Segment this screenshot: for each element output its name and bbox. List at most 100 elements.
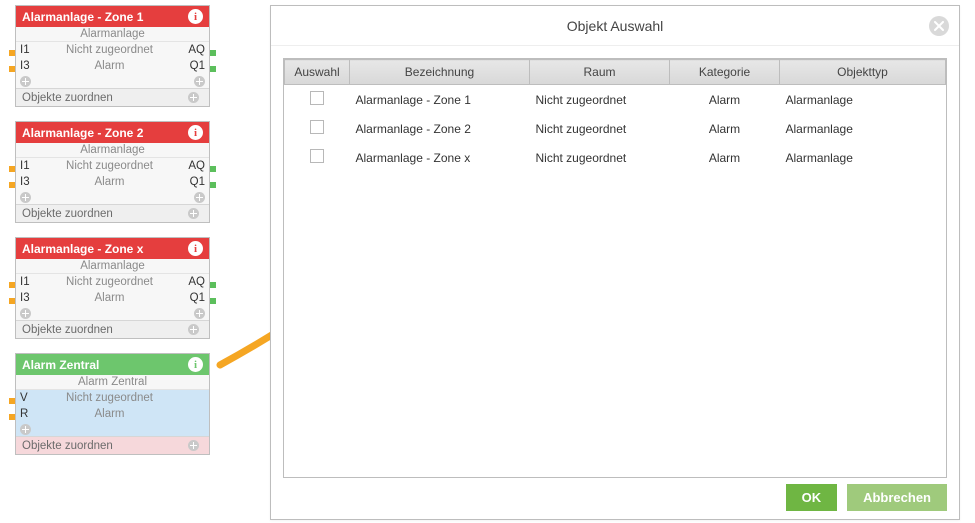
card-subtype: Alarmanlage: [16, 27, 209, 42]
card-header: Alarmanlage - Zone 2i: [16, 122, 209, 143]
plus-icon[interactable]: [20, 424, 31, 435]
object-table: Auswahl Bezeichnung Raum Kategorie Objek…: [284, 59, 946, 172]
plus-icon[interactable]: [20, 192, 31, 203]
close-icon[interactable]: [929, 16, 949, 36]
card-title: Alarm Zentral: [22, 358, 99, 372]
row-text: Nicht zugeordnet: [34, 276, 185, 288]
plus-icon[interactable]: [194, 308, 205, 319]
cancel-button[interactable]: Abbrechen: [847, 484, 947, 511]
port-label-left: I3: [16, 292, 34, 304]
card-footer[interactable]: Objekte zuordnen: [16, 88, 209, 106]
dialog-header: Objekt Auswahl: [271, 6, 959, 46]
input-port-icon[interactable]: [9, 414, 15, 420]
cell-raum: Nicht zugeordnet: [530, 114, 670, 143]
col-kategorie[interactable]: Kategorie: [670, 60, 780, 85]
plus-icon[interactable]: [188, 92, 199, 103]
output-port-icon[interactable]: [210, 166, 216, 172]
col-auswahl[interactable]: Auswahl: [285, 60, 350, 85]
row-text: Alarm: [34, 292, 185, 304]
port-label-right: AQ: [185, 276, 209, 288]
cell-objekttyp: Alarmanlage: [780, 114, 946, 143]
info-icon[interactable]: i: [188, 357, 203, 372]
output-port-icon[interactable]: [210, 66, 216, 72]
card-row: VNicht zugeordnet: [16, 390, 209, 406]
plus-icon[interactable]: [188, 440, 199, 451]
add-port-row: [16, 74, 209, 88]
plus-icon[interactable]: [194, 76, 205, 87]
input-port-icon[interactable]: [9, 166, 15, 172]
cell-raum: Nicht zugeordnet: [530, 85, 670, 115]
card-title: Alarmanlage - Zone x: [22, 242, 143, 256]
card-header: Alarmanlage - Zone x i: [16, 238, 209, 259]
checkbox[interactable]: [310, 91, 324, 105]
object-table-body: Alarmanlage - Zone 1Nicht zugeordnetAlar…: [285, 85, 946, 173]
row-text: Nicht zugeordnet: [34, 44, 185, 56]
card-row: I3AlarmQ1: [16, 58, 209, 74]
checkbox[interactable]: [310, 149, 324, 163]
footer-label: Objekte zuordnen: [22, 324, 113, 336]
card-row: I3AlarmQ1: [16, 174, 209, 190]
table-row[interactable]: Alarmanlage - Zone xNicht zugeordnetAlar…: [285, 143, 946, 172]
dialog-title: Objekt Auswahl: [567, 18, 664, 34]
row-text: Alarm: [34, 60, 185, 72]
port-label-left: R: [16, 408, 34, 420]
function-block[interactable]: Alarmanlage - Zone 1iAlarmanlageI1Nicht …: [15, 5, 210, 107]
info-icon[interactable]: i: [188, 241, 203, 256]
function-block[interactable]: Alarm ZentraliAlarm ZentralVNicht zugeor…: [15, 353, 210, 455]
port-label-right: AQ: [185, 160, 209, 172]
cell-bezeichnung: Alarmanlage - Zone 2: [350, 114, 530, 143]
checkbox[interactable]: [310, 120, 324, 134]
input-port-icon[interactable]: [9, 398, 15, 404]
cell-bezeichnung: Alarmanlage - Zone x: [350, 143, 530, 172]
input-port-icon[interactable]: [9, 298, 15, 304]
info-icon[interactable]: i: [188, 9, 203, 24]
table-row[interactable]: Alarmanlage - Zone 1Nicht zugeordnetAlar…: [285, 85, 946, 115]
card-subtype: Alarmanlage: [16, 143, 209, 158]
function-block[interactable]: Alarmanlage - Zone xiAlarmanlageI1Nicht …: [15, 237, 210, 339]
port-label-left: I1: [16, 160, 34, 172]
dialog-footer: OK Abbrechen: [786, 484, 947, 511]
card-footer[interactable]: Objekte zuordnen: [16, 436, 209, 454]
port-label-right: Q1: [185, 176, 209, 188]
output-port-icon[interactable]: [210, 50, 216, 56]
plus-icon[interactable]: [194, 192, 205, 203]
input-port-icon[interactable]: [9, 182, 15, 188]
footer-label: Objekte zuordnen: [22, 92, 113, 104]
row-text: Alarm: [34, 408, 185, 420]
card-footer[interactable]: Objekte zuordnen: [16, 204, 209, 222]
port-label-left: I3: [16, 176, 34, 188]
plus-icon[interactable]: [20, 76, 31, 87]
cell-objekttyp: Alarmanlage: [780, 143, 946, 172]
col-raum[interactable]: Raum: [530, 60, 670, 85]
port-label-right: AQ: [185, 44, 209, 56]
input-port-icon[interactable]: [9, 66, 15, 72]
output-port-icon[interactable]: [210, 182, 216, 188]
footer-label: Objekte zuordnen: [22, 440, 113, 452]
plus-icon[interactable]: [20, 308, 31, 319]
card-footer[interactable]: Objekte zuordnen: [16, 320, 209, 338]
row-text: Alarm: [34, 176, 185, 188]
output-port-icon[interactable]: [210, 298, 216, 304]
col-bezeichnung[interactable]: Bezeichnung: [350, 60, 530, 85]
row-text: Nicht zugeordnet: [34, 392, 185, 404]
col-objekttyp[interactable]: Objekttyp: [780, 60, 946, 85]
cell-bezeichnung: Alarmanlage - Zone 1: [350, 85, 530, 115]
ok-button[interactable]: OK: [786, 484, 838, 511]
plus-icon[interactable]: [188, 324, 199, 335]
card-row: I1Nicht zugeordnetAQ: [16, 158, 209, 174]
card-body: I1Nicht zugeordnetAQI3AlarmQ1: [16, 158, 209, 204]
card-column: Alarmanlage - Zone 1iAlarmanlageI1Nicht …: [15, 5, 210, 469]
card-title: Alarmanlage - Zone 1: [22, 10, 143, 24]
table-row[interactable]: Alarmanlage - Zone 2Nicht zugeordnet Alar…: [285, 114, 946, 143]
function-block[interactable]: Alarmanlage - Zone 2iAlarmanlageI1Nicht …: [15, 121, 210, 223]
card-body: VNicht zugeordnet RAlarm: [16, 390, 209, 436]
input-port-icon[interactable]: [9, 282, 15, 288]
cell-kategorie: Alarm: [670, 85, 780, 115]
port-label-left: I1: [16, 276, 34, 288]
input-port-icon[interactable]: [9, 50, 15, 56]
output-port-icon[interactable]: [210, 282, 216, 288]
footer-label: Objekte zuordnen: [22, 208, 113, 220]
plus-icon[interactable]: [188, 208, 199, 219]
port-label-right: Q1: [185, 292, 209, 304]
info-icon[interactable]: i: [188, 125, 203, 140]
